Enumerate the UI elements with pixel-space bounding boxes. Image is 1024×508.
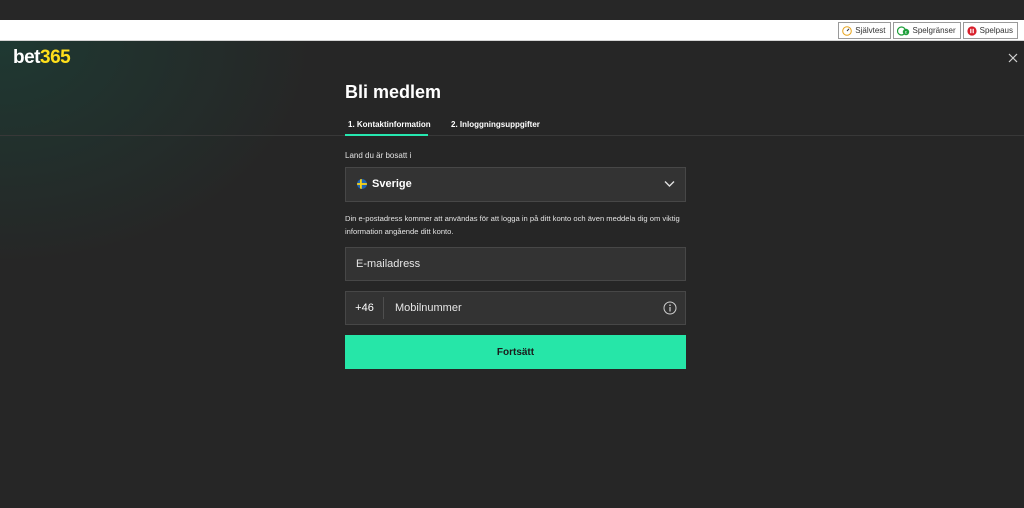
header-divider [0, 135, 1024, 136]
close-icon[interactable] [1006, 51, 1020, 65]
chevron-down-icon [664, 181, 675, 187]
tab-contact-info[interactable]: 1. Kontaktinformation [348, 120, 431, 129]
self-test-label: Självtest [855, 26, 886, 35]
browser-top-strip [0, 0, 1024, 20]
email-placeholder: E-mailadress [356, 258, 421, 270]
continue-button[interactable]: Fortsätt [345, 335, 686, 369]
country-value: Sverige [372, 178, 412, 190]
country-label: Land du är bosatt i [345, 151, 412, 160]
email-field[interactable]: E-mailadress [345, 247, 686, 281]
brand-logo[interactable]: bet365 [13, 47, 71, 69]
gaming-pause-link[interactable]: Spelpaus [962, 22, 1018, 39]
gauge-icon [842, 25, 853, 36]
pause-icon [967, 25, 977, 36]
logo-text: bet [13, 47, 41, 68]
active-tab-indicator [345, 134, 428, 136]
gaming-limits-link[interactable]: ₤ Spelgränser [892, 22, 961, 39]
logo-number: 365 [40, 47, 71, 68]
country-select[interactable]: Sverige [345, 167, 686, 202]
responsible-gaming-links: Självtest ₤ Spelgränser Spelpaus [838, 22, 1018, 39]
responsible-gaming-bar: Självtest ₤ Spelgränser Spelpaus [0, 20, 1024, 41]
limits-icon: ₤ [896, 25, 909, 36]
phone-field[interactable]: +46 Mobilnummer [345, 291, 686, 325]
phone-prefix[interactable]: +46 [346, 297, 384, 319]
page-title: Bli medlem [345, 82, 442, 102]
phone-placeholder: Mobilnummer [395, 302, 462, 314]
gaming-limits-label: Spelgränser [912, 26, 956, 35]
email-info-text: Din e-postadress kommer att användas för… [345, 214, 680, 236]
info-icon[interactable] [663, 301, 677, 315]
tab-login-details[interactable]: 2. Inloggningsuppgifter [451, 120, 540, 129]
registration-page: bet365 Bli medlem 1. Kontaktinformation … [0, 41, 1024, 508]
gaming-pause-label: Spelpaus [979, 26, 1013, 35]
self-test-link[interactable]: Självtest [838, 22, 891, 39]
sweden-flag-icon [357, 179, 367, 189]
